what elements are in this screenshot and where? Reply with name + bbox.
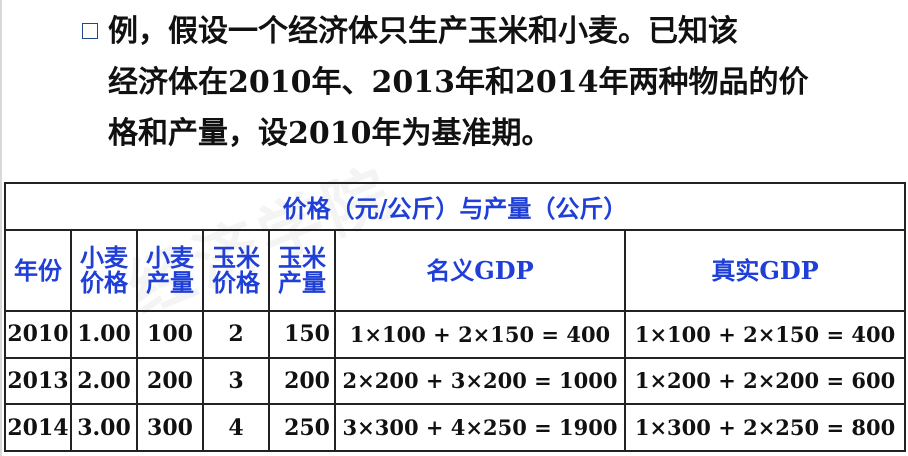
- intro-line-3: 格和产量，设2010年为基准期。: [108, 116, 552, 151]
- cell-year: 2014: [4, 403, 72, 452]
- header-nominal-gdp: 名义GDP: [334, 228, 626, 312]
- table-row: 2013 2.00 200 3 200 2×200 + 3×200 = 1000…: [4, 356, 907, 406]
- intro-line-1-text: 例，假设一个经济体只生产玉米和小麦。已知该: [108, 14, 738, 49]
- cell-nominal-gdp: 3×300 + 4×250 = 1900: [334, 403, 626, 452]
- cell-wheat-price: 2.00: [70, 356, 138, 406]
- intro-line-1: 例，假设一个经济体只生产玉米和小麦。已知该: [82, 14, 738, 49]
- header-wheat-qty: 小麦 产量: [136, 228, 204, 312]
- table-caption: 价格（元/公斤）与产量（公斤）: [3, 182, 907, 231]
- cell-wheat-price: 3.00: [70, 403, 138, 452]
- cell-nominal-gdp: 1×100 + 2×150 = 400: [334, 309, 626, 359]
- intro-paragraph: 例，假设一个经济体只生产玉米和小麦。已知该 经济体在2010年、2013年和20…: [82, 6, 882, 159]
- cell-real-gdp: 1×300 + 2×250 = 800: [623, 403, 907, 452]
- cell-real-gdp: 1×100 + 2×150 = 400: [623, 309, 907, 359]
- intro-line-2: 经济体在2010年、2013年和2014年两种物品的价: [108, 65, 809, 100]
- gdp-table: 价格（元/公斤）与产量（公斤） 年份 小麦 价格 小麦 产量 玉米 价格 玉米 …: [3, 182, 907, 452]
- cell-corn-qty: 250: [268, 403, 336, 452]
- cell-real-gdp: 1×200 + 2×200 = 600: [623, 356, 907, 406]
- header-year: 年份: [4, 228, 72, 312]
- table-row: 2014 3.00 300 4 250 3×300 + 4×250 = 1900…: [4, 403, 907, 452]
- cell-wheat-qty: 200: [136, 356, 204, 406]
- cell-wheat-price: 1.00: [70, 309, 138, 359]
- cell-wheat-qty: 100: [136, 309, 204, 359]
- cell-corn-price: 4: [202, 403, 270, 452]
- cell-corn-qty: 200: [268, 356, 336, 406]
- header-wheat-price: 小麦 价格: [70, 228, 138, 312]
- cell-corn-price: 2: [202, 309, 270, 359]
- cell-corn-qty: 150: [268, 309, 336, 359]
- header-corn-qty: 玉米 产量: [268, 228, 336, 312]
- header-row: 年份 小麦 价格 小麦 产量 玉米 价格 玉米 产量 名义GDP 真实GDP: [4, 228, 907, 312]
- cell-wheat-qty: 300: [136, 403, 204, 452]
- cell-corn-price: 3: [202, 356, 270, 406]
- header-real-gdp: 真实GDP: [623, 228, 907, 312]
- header-corn-price: 玉米 价格: [202, 228, 270, 312]
- caption-row: 价格（元/公斤）与产量（公斤）: [3, 182, 907, 231]
- cell-year: 2013: [4, 356, 72, 406]
- square-bullet-icon: [82, 23, 98, 39]
- table-row: 2010 1.00 100 2 150 1×100 + 2×150 = 400 …: [4, 309, 907, 359]
- cell-nominal-gdp: 2×200 + 3×200 = 1000: [334, 356, 626, 406]
- cell-year: 2010: [4, 309, 72, 359]
- left-edge-rule: [0, 0, 2, 456]
